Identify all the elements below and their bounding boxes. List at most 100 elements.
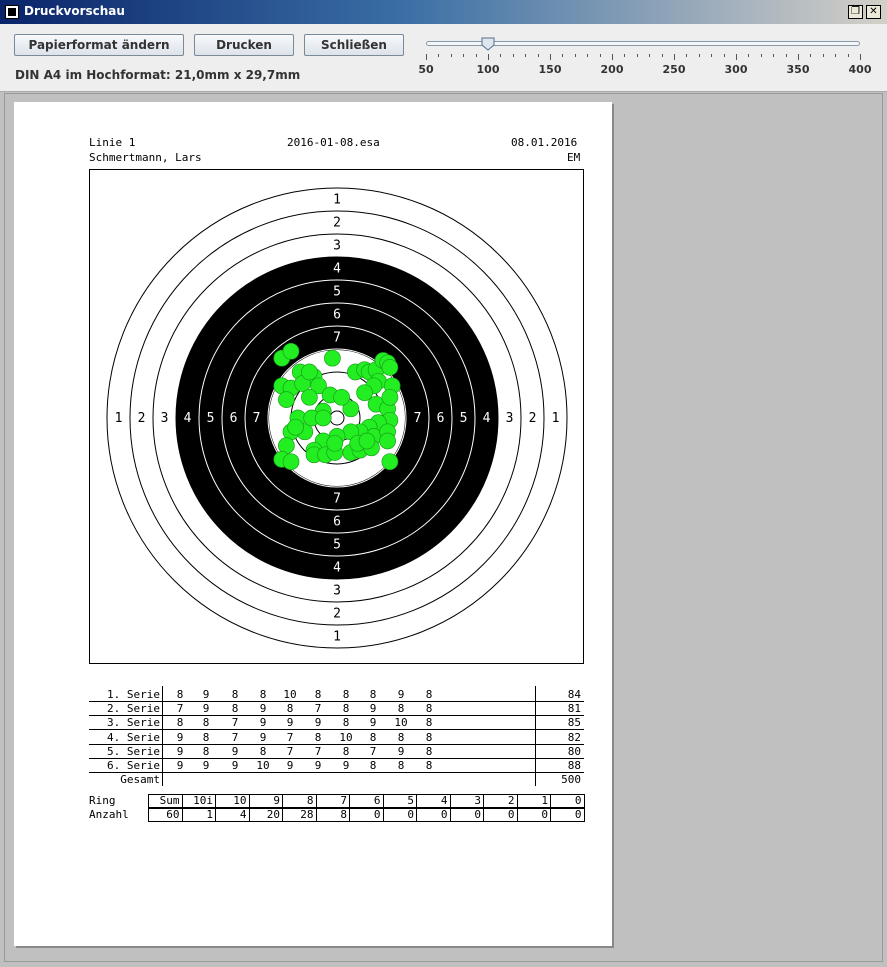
series-shot-value: 8 <box>369 688 377 701</box>
shot-mark <box>282 342 300 360</box>
ring-count-cell: 28 <box>282 808 317 822</box>
ring-number-label: 6 <box>333 515 341 530</box>
ring-number-label: 8 <box>333 469 341 484</box>
series-shot-value: 8 <box>176 716 184 730</box>
ring-number-label: 7 <box>333 331 341 346</box>
ring-count-cell: 0 <box>349 808 384 822</box>
ring-number-label: 4 <box>333 561 341 576</box>
ring-number-label: 4 <box>184 411 192 426</box>
series-separator-left <box>162 686 163 786</box>
header-date: 08.01.2016 <box>511 136 578 149</box>
shot-mark <box>381 388 399 406</box>
zoom-tick-label: 50 <box>418 63 434 76</box>
zoom-slider-thumb[interactable] <box>481 36 495 51</box>
zoom-tick <box>798 54 799 60</box>
change-paper-format-button[interactable]: Papierformat ändern <box>14 34 184 56</box>
series-shot-value: 8 <box>314 688 322 701</box>
series-shot-value: 8 <box>176 688 184 701</box>
series-shot-value: 8 <box>425 716 433 730</box>
series-shot-value: 8 <box>259 688 267 701</box>
ring-header-cell: 8 <box>282 794 317 808</box>
series-shot-value: 8 <box>202 744 210 758</box>
series-shot-value: 8 <box>231 688 239 701</box>
series-shot-value: 9 <box>397 688 405 701</box>
series-shot-value: 8 <box>342 716 350 730</box>
series-shot-value: 9 <box>369 702 377 716</box>
series-shot-value: 8 <box>425 702 433 716</box>
ring-header-cell: 5 <box>382 794 417 808</box>
zoom-tick <box>674 54 675 60</box>
ring-header-cell: Sum <box>148 794 183 808</box>
zoom-tick <box>426 54 427 60</box>
ring-number-label: 6 <box>437 411 445 426</box>
ring-number-label: 2 <box>138 411 146 426</box>
ring-count-cell: 0 <box>416 808 451 822</box>
zoom-tick <box>723 54 725 57</box>
zoom-tick <box>860 54 861 60</box>
zoom-tick <box>537 54 539 57</box>
gesamt-total: 500 <box>561 773 581 787</box>
zoom-tick <box>450 54 452 57</box>
ring-count-cell: 0 <box>382 808 417 822</box>
zoom-tick <box>785 54 787 57</box>
series-label: 4. Serie <box>107 730 160 744</box>
title-bar[interactable]: Druckvorschau ❐ ✕ <box>0 0 887 24</box>
restore-icon[interactable]: ❐ <box>848 5 863 19</box>
zoom-tick <box>847 54 849 57</box>
series-row: 1. Serie 8 9 8 8 10 8 8 8 9 8 84 <box>89 688 584 702</box>
ring-header-cell: 4 <box>416 794 451 808</box>
zoom-tick <box>748 54 750 57</box>
series-label: 2. Serie <box>107 702 160 716</box>
series-label: 6. Serie <box>107 759 160 772</box>
paper-format-label: DIN A4 im Hochformat: 21,0mm x 29,7mm <box>15 68 301 82</box>
print-button[interactable]: Drucken <box>194 34 294 56</box>
header-code: EM <box>567 151 581 164</box>
shot-mark <box>358 432 376 450</box>
zoom-tick <box>760 54 762 57</box>
shot-mark <box>314 409 332 427</box>
close-icon[interactable]: ✕ <box>866 5 881 19</box>
series-shot-value: 9 <box>286 716 294 730</box>
series-shot-value: 7 <box>369 744 377 758</box>
series-total: 88 <box>567 759 581 772</box>
zoom-tick <box>438 54 440 57</box>
shot-mark <box>381 453 399 471</box>
toolbar: Papierformat ändern Drucken Schließen DI… <box>0 24 887 92</box>
series-shot-value: 8 <box>342 688 350 701</box>
series-shot-value: 9 <box>259 716 267 730</box>
ring-count-label: Anzahl <box>89 808 129 821</box>
series-shot-value: 8 <box>425 688 433 701</box>
zoom-tick <box>562 54 564 57</box>
ring-count-cell: 0 <box>550 808 585 822</box>
series-shot-value: 10 <box>256 759 270 772</box>
shot-mark <box>287 418 304 436</box>
series-shot-value: 7 <box>314 744 322 758</box>
series-shot-value: 9 <box>202 702 210 716</box>
series-shot-value: 8 <box>231 702 239 716</box>
target-frame: 11112222333344445555666677778888 <box>89 169 584 664</box>
ring-number-label: 5 <box>333 285 341 300</box>
zoom-tick <box>599 54 601 57</box>
zoom-tick <box>661 54 663 57</box>
ring-number-label: 1 <box>333 630 341 645</box>
series-shot-value: 9 <box>259 702 267 716</box>
series-shot-value: 9 <box>231 744 239 758</box>
zoom-tick-label: 200 <box>600 63 624 76</box>
ring-header-cell: 10 <box>215 794 250 808</box>
zoom-tick <box>525 54 527 57</box>
series-shot-value: 8 <box>425 744 433 758</box>
target-image: 11112222333344445555666677778888 <box>106 187 568 649</box>
ring-number-label: 6 <box>230 411 238 426</box>
series-row: 4. Serie 9 8 7 9 7 8 10 8 8 8 82 <box>89 731 584 745</box>
series-separator-right <box>535 686 536 786</box>
ring-number-label: 7 <box>253 411 261 426</box>
series-shot-value: 10 <box>394 716 408 730</box>
series-shot-value: 9 <box>176 730 184 744</box>
ring-count-cell: 20 <box>248 808 283 822</box>
zoom-tick <box>773 54 775 57</box>
ring-header-label: Ring <box>89 794 116 807</box>
close-button[interactable]: Schließen <box>304 34 404 56</box>
series-shot-value: 9 <box>176 759 184 772</box>
ring-number-label: 2 <box>333 216 341 231</box>
ring-header-cell: 3 <box>449 794 484 808</box>
